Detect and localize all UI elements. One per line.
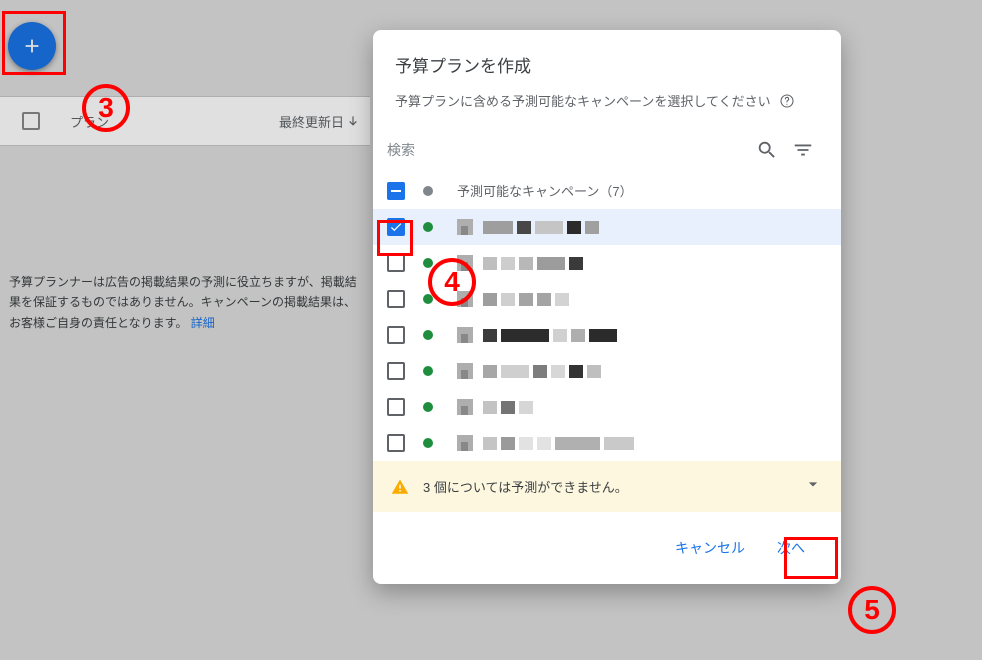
campaign-type-icon bbox=[457, 327, 473, 343]
campaign-row[interactable] bbox=[373, 425, 841, 461]
campaign-type-icon bbox=[457, 363, 473, 379]
campaign-name-redacted bbox=[483, 437, 634, 450]
campaign-checkbox[interactable] bbox=[387, 398, 405, 416]
campaign-type-icon bbox=[457, 255, 473, 271]
group-checkbox-indeterminate[interactable] bbox=[387, 182, 405, 200]
search-icon bbox=[756, 139, 778, 161]
campaign-name-redacted bbox=[483, 257, 583, 270]
status-dot-icon bbox=[423, 186, 433, 196]
search-button[interactable] bbox=[749, 132, 785, 168]
warning-text: 3 個については予測ができません。 bbox=[423, 477, 803, 496]
campaign-type-icon bbox=[457, 399, 473, 415]
status-dot-icon bbox=[423, 402, 433, 412]
status-dot-icon bbox=[423, 258, 433, 268]
col-date-label: 最終更新日 bbox=[279, 112, 344, 131]
dialog-title: 予算プランを作成 bbox=[395, 52, 819, 77]
campaign-checkbox[interactable] bbox=[387, 218, 405, 236]
expand-warning[interactable] bbox=[803, 474, 823, 499]
create-plan-fab[interactable] bbox=[8, 22, 56, 70]
status-dot-icon bbox=[423, 294, 433, 304]
campaign-name-redacted bbox=[483, 401, 533, 414]
campaign-checkbox[interactable] bbox=[387, 254, 405, 272]
campaign-group-row[interactable]: 予測可能なキャンペーン（7） bbox=[373, 172, 841, 209]
filter-icon bbox=[792, 139, 814, 161]
status-dot-icon bbox=[423, 438, 433, 448]
campaign-row[interactable] bbox=[373, 245, 841, 281]
campaign-name-redacted bbox=[483, 221, 599, 234]
next-button[interactable]: 次へ bbox=[765, 530, 817, 566]
group-label: 予測可能なキャンペーン（7） bbox=[457, 181, 633, 200]
select-all-checkbox[interactable] bbox=[22, 112, 40, 130]
col-plan-label: プラン bbox=[70, 112, 109, 131]
campaign-name-redacted bbox=[483, 293, 569, 306]
campaign-checkbox[interactable] bbox=[387, 326, 405, 344]
dialog-subtitle: 予算プランに含める予測可能なキャンペーンを選択してください bbox=[395, 91, 771, 110]
campaign-name-redacted bbox=[483, 365, 601, 378]
campaign-checkbox[interactable] bbox=[387, 290, 405, 308]
sort-desc-icon bbox=[346, 114, 360, 128]
campaign-search-input[interactable] bbox=[387, 136, 749, 164]
chevron-down-icon bbox=[803, 474, 823, 494]
forecast-warning-bar[interactable]: 3 個については予測ができません。 bbox=[373, 461, 841, 512]
plus-icon bbox=[21, 35, 43, 57]
filter-button[interactable] bbox=[785, 132, 821, 168]
campaign-row[interactable] bbox=[373, 209, 841, 245]
create-budget-plan-dialog: 予算プランを作成 予算プランに含める予測可能なキャンペーンを選択してください 予… bbox=[373, 30, 841, 584]
campaign-checkbox[interactable] bbox=[387, 434, 405, 452]
status-dot-icon bbox=[423, 222, 433, 232]
warning-icon bbox=[391, 478, 409, 496]
campaign-row[interactable] bbox=[373, 317, 841, 353]
campaign-name-redacted bbox=[483, 329, 617, 342]
campaign-type-icon bbox=[457, 435, 473, 451]
campaign-type-icon bbox=[457, 291, 473, 307]
campaign-type-icon bbox=[457, 219, 473, 235]
status-dot-icon bbox=[423, 366, 433, 376]
plan-table-header: プラン 最終更新日 bbox=[0, 96, 370, 146]
campaign-checkbox[interactable] bbox=[387, 362, 405, 380]
col-date-sort[interactable]: 最終更新日 bbox=[279, 112, 360, 131]
status-dot-icon bbox=[423, 330, 433, 340]
campaign-row[interactable] bbox=[373, 281, 841, 317]
disclaimer-text: 予算プランナーは広告の掲載結果の予測に役立ちますが、掲載結果を保証するものではあ… bbox=[9, 272, 367, 333]
cancel-button[interactable]: キャンセル bbox=[663, 530, 757, 566]
disclaimer-link[interactable]: 詳細 bbox=[191, 316, 215, 330]
campaign-row[interactable] bbox=[373, 353, 841, 389]
campaign-row[interactable] bbox=[373, 389, 841, 425]
help-icon[interactable] bbox=[779, 93, 795, 109]
